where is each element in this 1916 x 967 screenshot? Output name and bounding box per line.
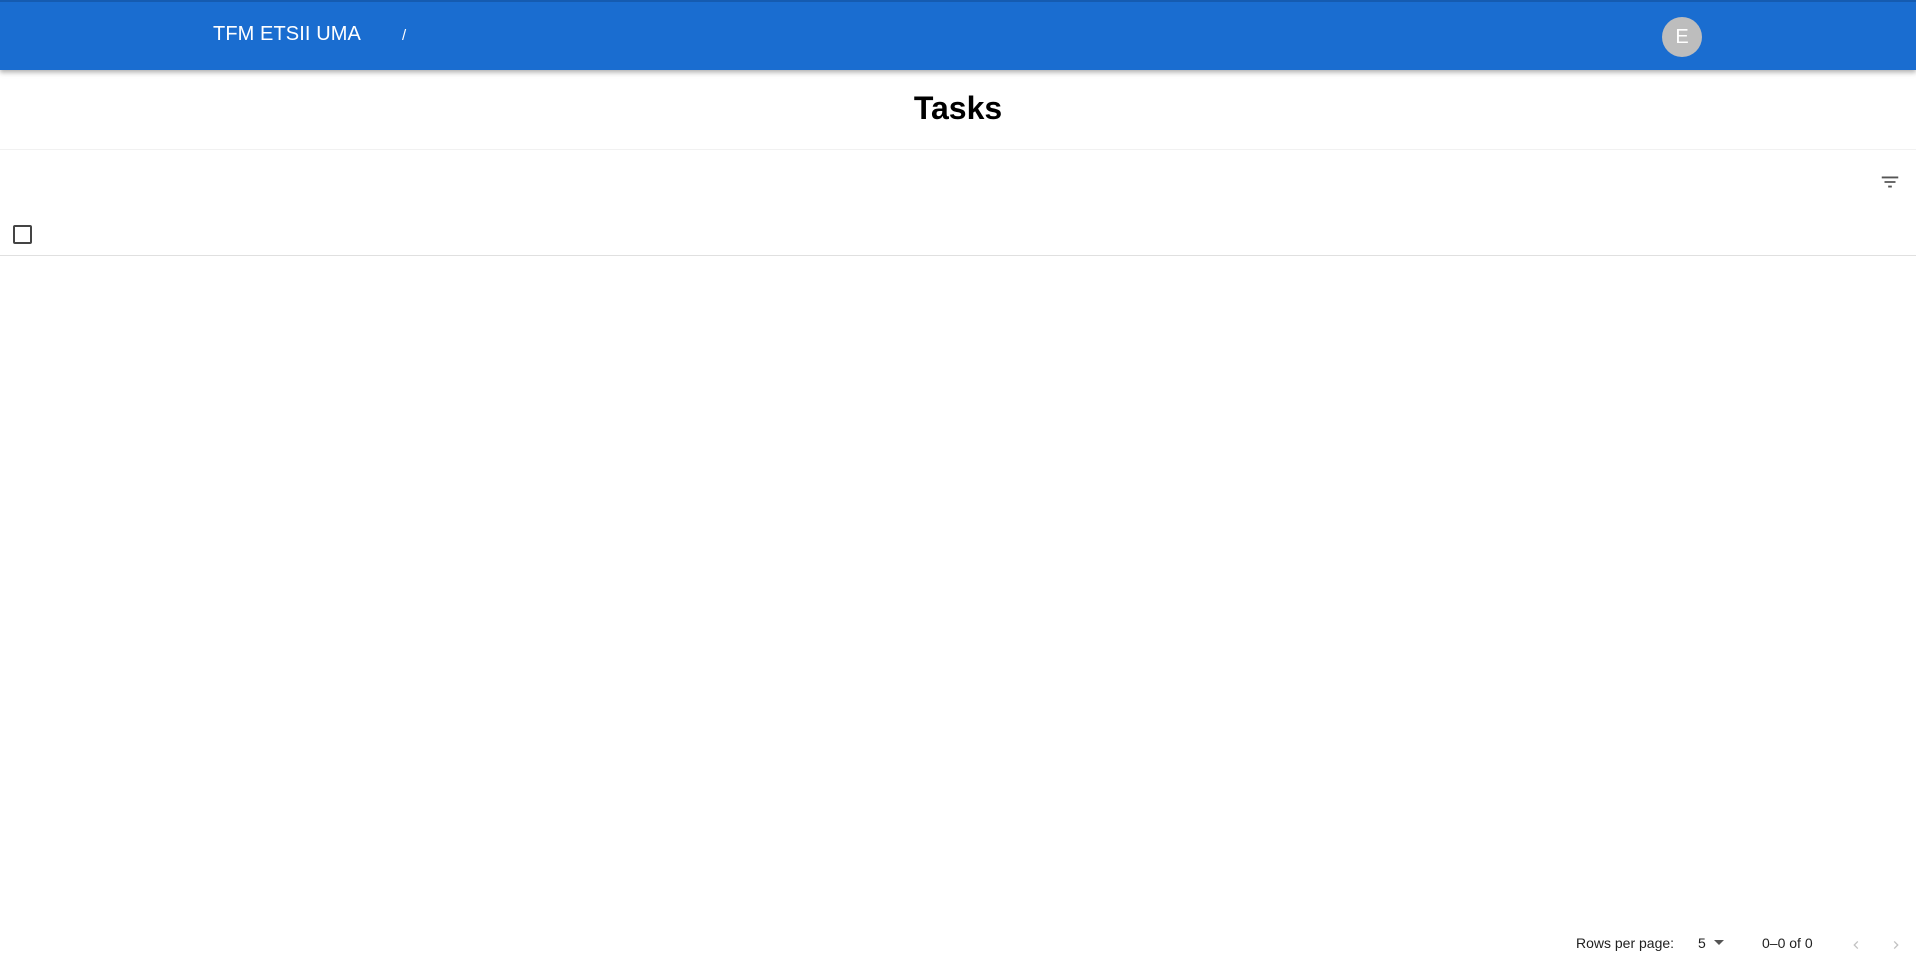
breadcrumb-separator: / (402, 27, 407, 44)
pagination: Rows per page: 5 0–0 of 0 (0, 930, 1916, 960)
page-range-text: 0–0 of 0 (1762, 935, 1813, 951)
chevron-right-icon (1893, 941, 1899, 949)
select-all-checkbox[interactable] (13, 225, 32, 244)
page-title: Tasks (913, 90, 1003, 126)
table-header (0, 212, 1916, 256)
app-bar: TFM ETSII UMA / E (0, 0, 1916, 70)
chevron-left-icon (1853, 941, 1859, 949)
rows-per-page-label: Rows per page: (1576, 935, 1675, 951)
rows-per-page-value: 5 (1698, 935, 1706, 951)
filter-button[interactable] (1870, 162, 1910, 202)
rows-per-page-select[interactable]: 5 (1690, 930, 1730, 956)
app-title[interactable]: TFM ETSII UMA (213, 23, 361, 46)
next-page-button[interactable] (1881, 930, 1911, 960)
caret-down-icon (1714, 940, 1724, 945)
user-avatar[interactable]: E (1662, 17, 1702, 57)
title-divider (0, 149, 1916, 150)
previous-page-button[interactable] (1841, 930, 1871, 960)
filter-list-icon (1881, 176, 1899, 188)
